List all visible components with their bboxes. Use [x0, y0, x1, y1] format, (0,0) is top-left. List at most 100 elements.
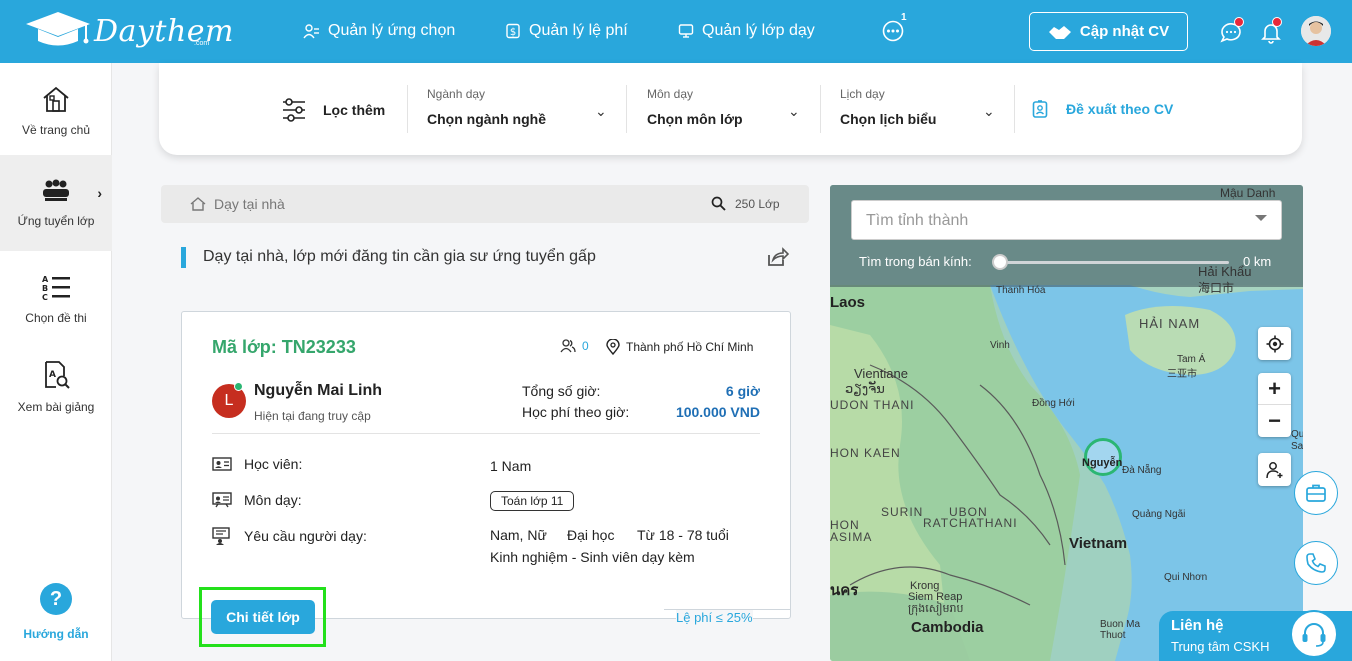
total-hours-value: 6 giờ [725, 383, 760, 399]
zoom-in-button[interactable]: + [1258, 373, 1291, 405]
result-count: 250 Lớp [735, 197, 780, 211]
class-location-text: Thành phố Hồ Chí Minh [626, 340, 754, 354]
help-link[interactable]: ? Hướng dẫn [0, 583, 112, 641]
house-icon [190, 197, 206, 211]
sidebar: Về trang chủ Ứng tuyển lớp › ABC Chọn đề… [0, 63, 112, 661]
chat-alert-dot [1234, 17, 1244, 27]
handshake-icon [1048, 25, 1071, 39]
briefcase-icon [1306, 484, 1326, 502]
map-label: Đồng Hới [1032, 398, 1075, 409]
student-label: Học viên: [244, 456, 303, 472]
map-label: 海口市 [1198, 281, 1235, 295]
map-label: Thanh Hóa [996, 285, 1046, 296]
radius-slider-thumb[interactable] [992, 254, 1008, 270]
lesson-search-icon: A [45, 361, 70, 389]
my-location-button[interactable] [1258, 327, 1291, 360]
users-icon [560, 339, 576, 353]
update-cv-label: Cập nhật CV [1079, 23, 1170, 40]
radius-slider-track[interactable] [1001, 261, 1229, 264]
sidebar-item-lessons[interactable]: A Xem bài giảng [0, 339, 112, 435]
map-label: ASIMA [830, 530, 873, 544]
more-filters-button[interactable]: Lọc thêm [281, 97, 385, 123]
id-card-icon [212, 457, 232, 471]
sidebar-item-apply-class[interactable]: Ứng tuyển lớp › [0, 155, 112, 251]
screen-icon [678, 24, 694, 38]
map-label: Vientiane [854, 366, 908, 381]
people-list-icon [303, 23, 319, 38]
sidebar-item-home[interactable]: Về trang chủ [0, 63, 112, 159]
update-cv-button[interactable]: Cập nhật CV [1029, 12, 1188, 51]
nav-quan-ly-le-phi[interactable]: $ Quản lý lệ phí [505, 22, 628, 40]
chevron-down-icon[interactable]: ⌄ [983, 103, 995, 120]
svg-text:A: A [49, 370, 56, 380]
chevron-down-icon[interactable]: ⌄ [595, 103, 607, 120]
contact-support-widget[interactable]: Liên hệ Trung tâm CSKH [1159, 610, 1352, 661]
teacher-desk-icon [212, 527, 230, 545]
map-label: Qui Nhơn [1164, 572, 1208, 583]
headset-icon [1290, 610, 1338, 658]
radius-label: Tìm trong bán kính: [859, 254, 972, 269]
svg-text:B: B [42, 284, 48, 293]
filter-value: Chọn lịch biểu [840, 111, 937, 127]
chevron-down-icon[interactable]: ⌄ [788, 103, 800, 120]
map-panel[interactable]: Tìm tỉnh thành Tìm trong bán kính: 0 km … [830, 185, 1303, 661]
filter-value: Chọn ngành nghề [427, 111, 546, 127]
hourly-fee-value: 100.000 VND [675, 404, 760, 420]
contact-title: Liên hệ [1171, 617, 1224, 634]
filter-major-select[interactable]: Ngành dạy Chọn ngành nghề [427, 87, 546, 127]
tutor-name[interactable]: Nguyễn Mai Linh [254, 382, 382, 400]
filter-label: Ngành dạy [427, 87, 486, 101]
logo[interactable]: Daythem .com [24, 10, 234, 52]
dollar-doc-icon: $ [506, 23, 520, 39]
nav-quan-ly-lop-day[interactable]: Quản lý lớp dạy [678, 22, 815, 40]
online-status-dot [234, 382, 243, 391]
more-badge: 1 [901, 12, 907, 23]
user-avatar[interactable] [1301, 16, 1331, 46]
crosshair-icon [1266, 335, 1283, 352]
heading-accent [181, 246, 186, 268]
sliders-icon [283, 98, 305, 122]
headset-glyph [1302, 623, 1326, 647]
location-search[interactable]: Dạy tại nhà 250 Lớp [161, 185, 809, 223]
map-label: Hải Khẩu [1198, 264, 1252, 279]
nav-quan-ly-ung-chon[interactable]: Quản lý ứng chọn [303, 22, 455, 40]
share-icon[interactable] [765, 245, 789, 269]
class-card: Mã lớp: TN23233 0 Thành phố Hồ Chí Minh … [181, 311, 791, 619]
map-label: ວຽງຈັນ [845, 381, 885, 396]
req-gender: Nam, Nữ [490, 527, 547, 543]
filter-subject-select[interactable]: Môn dạy Chọn môn lớp [647, 87, 743, 127]
requirement-row-label: Yêu cầu người dạy: [212, 527, 367, 545]
suggest-by-cv-button[interactable]: Đề xuất theo CV [1032, 100, 1173, 118]
abc-list-icon: ABC [42, 275, 70, 301]
search-icon[interactable] [711, 196, 726, 211]
add-user-button[interactable] [1258, 453, 1291, 486]
zoom-out-button[interactable]: − [1258, 405, 1291, 437]
svg-text:$: $ [510, 27, 516, 38]
requirement-label: Yêu cầu người dạy: [244, 528, 367, 544]
map-label: Laos [830, 294, 866, 311]
caret-down-icon [1255, 215, 1267, 221]
filter-schedule-select[interactable]: Lịch dạy Chọn lịch biểu [840, 87, 936, 127]
sidebar-item-label: Về trang chủ [21, 123, 91, 137]
class-detail-button[interactable]: Chi tiết lớp [211, 600, 315, 634]
brand-name: Daythem [94, 13, 234, 49]
map-label: SURIN [881, 505, 924, 519]
filter-label: Lịch dạy [840, 87, 885, 101]
province-select[interactable]: Tìm tỉnh thành [851, 200, 1282, 240]
more-options-icon[interactable] [882, 20, 904, 42]
map-label: RATCHATHANI [923, 516, 1018, 530]
svg-text:A: A [42, 275, 49, 284]
help-label: Hướng dẫn [23, 627, 89, 641]
filter-value: Chọn môn lớp [647, 111, 743, 127]
sidebar-item-label: Ứng tuyển lớp [17, 214, 95, 228]
class-code: Mã lớp: TN23233 [212, 337, 356, 357]
call-float-button[interactable] [1294, 541, 1338, 585]
student-row-label: Học viên: [212, 456, 302, 472]
student-value: 1 Nam [490, 458, 532, 474]
map-label: Qu [1291, 429, 1303, 440]
sidebar-item-exams[interactable]: ABC Chọn đề thi [0, 251, 112, 347]
map-label: Cambodia [911, 619, 984, 636]
map-label: 三亚市 [1167, 369, 1197, 380]
jobs-float-button[interactable] [1294, 471, 1338, 515]
map-label: ក្រុងសៀមរាប [908, 603, 964, 615]
